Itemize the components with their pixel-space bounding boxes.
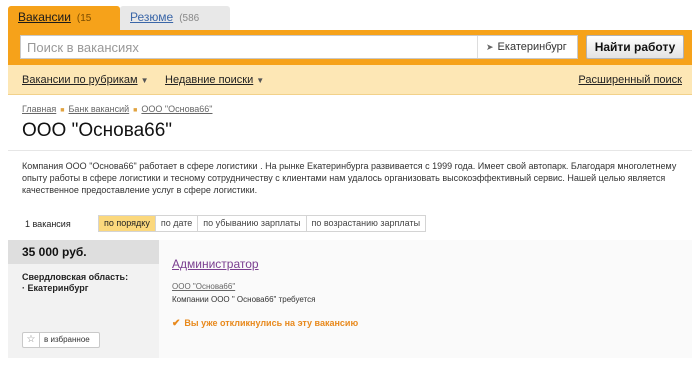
vacancy-count: 1 вакансия: [25, 219, 71, 229]
breadcrumb: Главная ■ Банк вакансий ■ ООО "Основа66": [22, 104, 212, 114]
sort-options: по порядку по дате по убыванию зарплаты …: [98, 215, 427, 232]
find-job-button[interactable]: Найти работу: [586, 35, 684, 59]
chevron-down-icon: ▼: [140, 76, 149, 85]
breadcrumb-vacancy-bank[interactable]: Банк вакансий: [69, 104, 130, 114]
vacancy-company-link[interactable]: ООО "Основа66": [172, 282, 235, 291]
sort-salary-desc[interactable]: по убыванию зарплаты: [197, 216, 306, 231]
breadcrumb-home[interactable]: Главная: [22, 104, 56, 114]
responded-label: Вы уже откликнулись на эту вакансию: [184, 318, 359, 328]
location-selector[interactable]: ➤ Екатеринбург: [477, 36, 577, 58]
vacancy-region: Свердловская область:: [22, 272, 129, 282]
tab-resumes[interactable]: Резюме(586 568): [120, 6, 230, 48]
vacancy-city: · Екатеринбург: [22, 283, 89, 293]
recent-searches-menu[interactable]: Недавние поиски ▼: [165, 74, 264, 86]
recent-searches-label: Недавние поиски: [165, 74, 254, 86]
add-to-favorites-button[interactable]: ☆ в избранное: [22, 332, 100, 348]
sort-by-date[interactable]: по дате: [154, 216, 198, 231]
categories-menu[interactable]: Вакансии по рубрикам ▼: [22, 74, 149, 86]
advanced-search-link[interactable]: Расширенный поиск: [578, 74, 682, 86]
favorites-label: в избранное: [44, 335, 90, 344]
search-input[interactable]: [21, 36, 473, 58]
responded-status: ✔ Вы уже откликнулись на эту вакансию: [172, 318, 358, 329]
tab-vacancies-label: Вакансии: [18, 10, 71, 24]
vacancy-snippet: Компании ООО " Основа66" требуется: [172, 295, 316, 304]
categories-menu-label: Вакансии по рубрикам: [22, 74, 138, 86]
sort-salary-asc[interactable]: по возрастанию зарплаты: [305, 216, 426, 231]
tab-vacancies[interactable]: Вакансии(15 042): [8, 6, 120, 48]
search-box: ➤Екатеринбург: [20, 35, 578, 59]
divider: [8, 150, 692, 151]
sub-navigation: Вакансии по рубрикам ▼ Недавние поиски ▼ Р…: [8, 65, 692, 95]
tab-resumes-label: Резюме: [130, 10, 174, 24]
salary-value: 35 000 руб.: [22, 245, 87, 259]
chevron-down-icon: ▼: [256, 76, 265, 85]
vacancy-title-link[interactable]: Администратор: [172, 257, 259, 271]
location-arrow-icon: ➤: [486, 42, 494, 52]
sort-default[interactable]: по порядку: [99, 216, 155, 231]
location-label: Екатеринбург: [497, 41, 567, 53]
checkmark-icon: ✔: [172, 318, 181, 329]
page-title: ООО "Основа66": [22, 120, 173, 141]
breadcrumb-separator-icon: ■: [60, 107, 65, 114]
breadcrumb-company[interactable]: ООО "Основа66": [141, 104, 212, 114]
salary-badge: 35 000 руб.: [8, 240, 159, 264]
star-icon: ☆: [23, 333, 40, 347]
breadcrumb-separator-icon: ■: [133, 107, 138, 114]
company-description: Компания ООО "Основа66" работает в сфере…: [22, 161, 677, 195]
